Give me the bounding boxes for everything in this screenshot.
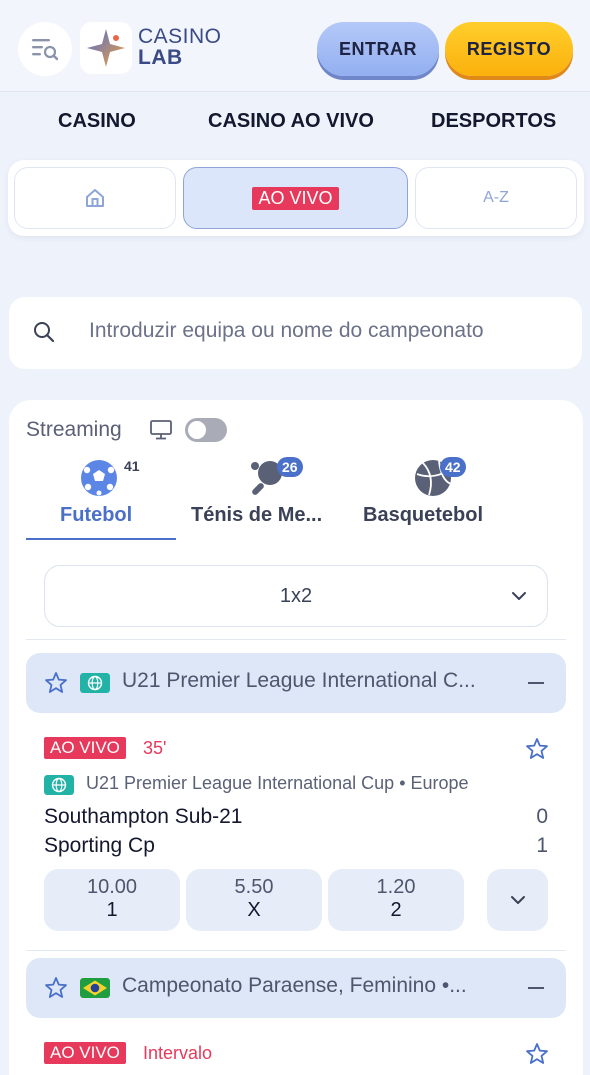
logo-text[interactable]: CASINO LAB [138,26,222,68]
tab-home[interactable] [14,167,176,229]
sport-count-badge: 42 [440,457,466,477]
globe-icon [44,775,74,795]
star-icon[interactable] [525,1042,549,1066]
register-button[interactable]: REGISTO [445,22,573,76]
match-card[interactable]: AO VIVO 35' U21 Premier League Internati… [44,737,548,937]
sport-count: 41 [124,458,140,474]
away-team: Sporting Cp [44,834,155,857]
sport-count-badge: 26 [277,457,303,477]
main-nav: CASINO CASINO AO VIVO DESPORTOS [0,108,590,138]
monitor-icon [150,420,172,440]
nav-casino[interactable]: CASINO [58,110,136,133]
nav-casino-ao-vivo[interactable]: CASINO AO VIVO [208,110,374,133]
logo-star-icon [87,29,125,67]
sport-name: Ténis de Me... [191,504,323,526]
star-icon[interactable] [525,737,549,761]
logo-line-2: LAB [138,46,183,69]
streaming-label: Streaming [26,418,122,441]
league-name: U21 Premier League International C... [122,669,476,692]
odd-value: 5.50 [234,876,274,898]
odd-value: 10.00 [86,876,138,898]
nav-desportos[interactable]: DESPORTOS [431,110,556,133]
divider [26,950,566,951]
home-icon [86,189,104,207]
star-icon[interactable] [44,671,68,695]
search-input[interactable]: Introduzir equipa ou nome do campeonato [89,319,484,343]
odd-button-home[interactable]: 10.00 1 [44,869,180,931]
tab-az-label: A-Z [483,189,509,206]
home-team: Southampton Sub-21 [44,805,243,828]
divider [26,639,566,640]
odd-label: 1 [106,899,118,921]
live-events-card: Streaming 41 Futebol 26 Ténis de Me... 4… [9,400,583,1075]
logo-mark[interactable] [80,22,132,74]
globe-icon [80,673,110,693]
brazil-flag-icon [80,978,110,998]
odd-value: 1.20 [376,876,416,898]
collapse-icon[interactable] [528,987,544,989]
match-time: 35' [143,738,167,758]
tab-live-label: AO VIVO [252,186,339,210]
menu-search-icon [32,39,59,61]
sport-name: Futebol [60,504,133,526]
top-header: CASINO LAB ENTRAR REGISTO [0,0,590,92]
match-time: Intervalo [143,1043,213,1063]
live-badge: AO VIVO [44,737,126,759]
tab-az[interactable]: A-Z [415,167,577,229]
toggle-knob [188,421,206,439]
login-button[interactable]: ENTRAR [317,22,439,76]
active-sport-indicator [26,538,176,540]
tab-live[interactable]: AO VIVO [183,167,408,229]
league-header[interactable]: U21 Premier League International C... [26,653,566,713]
home-score: 0 [536,805,548,828]
match-card[interactable]: AO VIVO Intervalo [44,1042,548,1075]
league-header[interactable]: Campeonato Paraense, Feminino •... [26,958,566,1018]
soccer-ball-icon [81,460,117,496]
collapse-icon[interactable] [528,682,544,684]
streaming-toggle[interactable] [185,418,227,442]
odd-button-away[interactable]: 1.20 2 [328,869,464,931]
league-name: Campeonato Paraense, Feminino •... [122,974,467,997]
search-icon [34,322,55,343]
market-select-value: 1x2 [279,585,313,607]
sports-tabs: AO VIVO A-Z [8,160,584,236]
chevron-down-icon [512,592,526,600]
more-odds-button[interactable] [487,869,548,931]
odd-button-draw[interactable]: 5.50 X [186,869,322,931]
away-score: 1 [536,834,548,857]
market-select[interactable]: 1x2 [44,565,548,627]
competition-name: U21 Premier League International Cup • E… [86,773,469,793]
logo-line-1: CASINO [138,25,222,48]
search-bar[interactable]: Introduzir equipa ou nome do campeonato [9,297,582,369]
menu-search-button[interactable] [18,22,72,76]
chevron-down-icon [510,896,525,904]
odd-label: X [247,899,261,921]
sport-name: Basquetebol [363,504,484,526]
live-badge: AO VIVO [44,1042,126,1064]
odd-label: 2 [390,899,402,921]
star-icon[interactable] [44,976,68,1000]
